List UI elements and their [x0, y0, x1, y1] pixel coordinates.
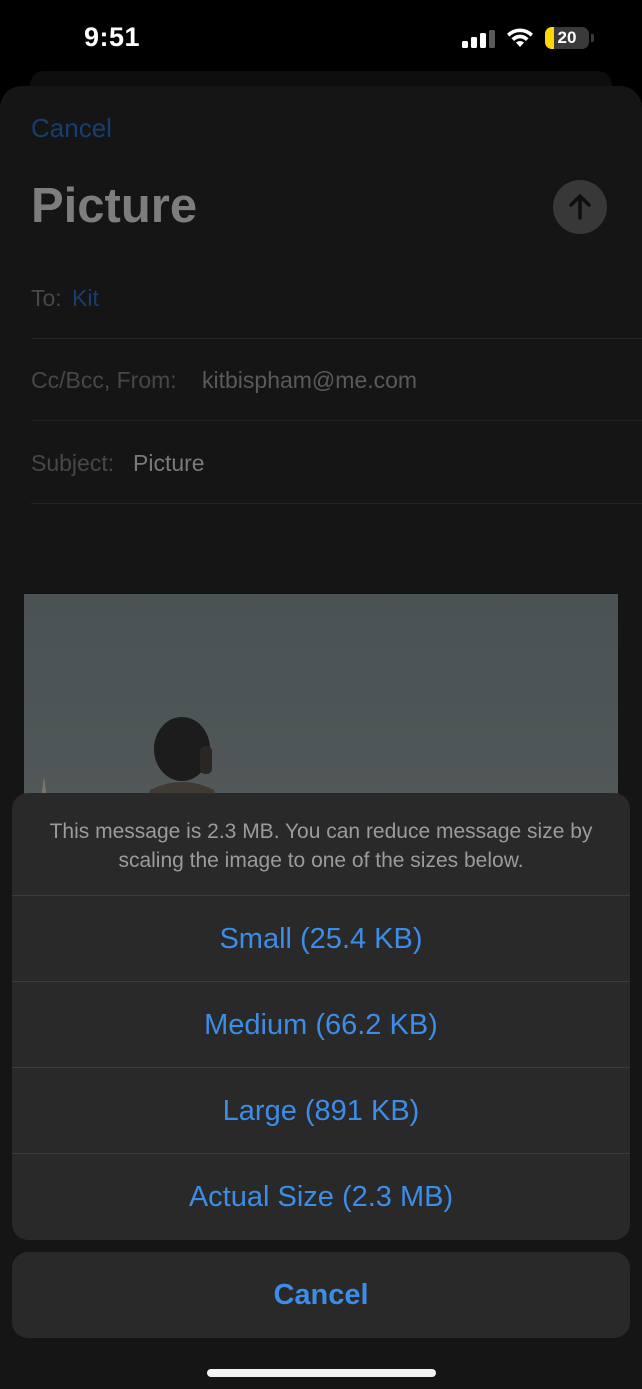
home-indicator[interactable] — [207, 1369, 436, 1377]
size-option-medium[interactable]: Medium (66.2 KB) — [12, 982, 630, 1068]
wifi-icon — [507, 28, 533, 47]
photo-person-silhouette — [38, 717, 220, 824]
cellular-signal-icon — [462, 30, 496, 48]
send-button[interactable] — [553, 180, 607, 234]
compose-title: Picture — [31, 179, 198, 233]
compose-cancel-button[interactable]: Cancel — [31, 113, 112, 144]
battery-cap — [591, 34, 594, 42]
subject-value[interactable]: Picture — [133, 450, 205, 477]
from-address[interactable]: kitbispham@me.com — [202, 367, 417, 394]
size-option-small[interactable]: Small (25.4 KB) — [12, 896, 630, 982]
cc-from-field[interactable]: Cc/Bcc, From: kitbispham@me.com — [31, 339, 642, 421]
attached-photo[interactable] — [24, 594, 618, 824]
action-sheet-message: This message is 2.3 MB. You can reduce m… — [12, 793, 630, 896]
subject-field[interactable]: Subject: Picture — [31, 422, 642, 504]
to-label: To: — [31, 285, 62, 311]
status-time: 9:51 — [84, 22, 141, 52]
image-size-action-sheet: This message is 2.3 MB. You can reduce m… — [12, 793, 630, 1240]
battery-icon: 20 — [545, 27, 589, 49]
to-field[interactable]: To: Kit — [31, 257, 642, 339]
cc-from-label: Cc/Bcc, From: — [31, 367, 177, 393]
status-bar: 9:51 20 — [0, 0, 642, 70]
to-recipient[interactable]: Kit — [72, 285, 99, 312]
size-option-large[interactable]: Large (891 KB) — [12, 1068, 630, 1154]
action-sheet-cancel-button[interactable]: Cancel — [12, 1252, 630, 1338]
battery-level: 20 — [557, 28, 577, 47]
subject-label: Subject: — [31, 450, 115, 476]
arrow-up-icon — [569, 194, 591, 220]
size-option-actual[interactable]: Actual Size (2.3 MB) — [12, 1154, 630, 1240]
